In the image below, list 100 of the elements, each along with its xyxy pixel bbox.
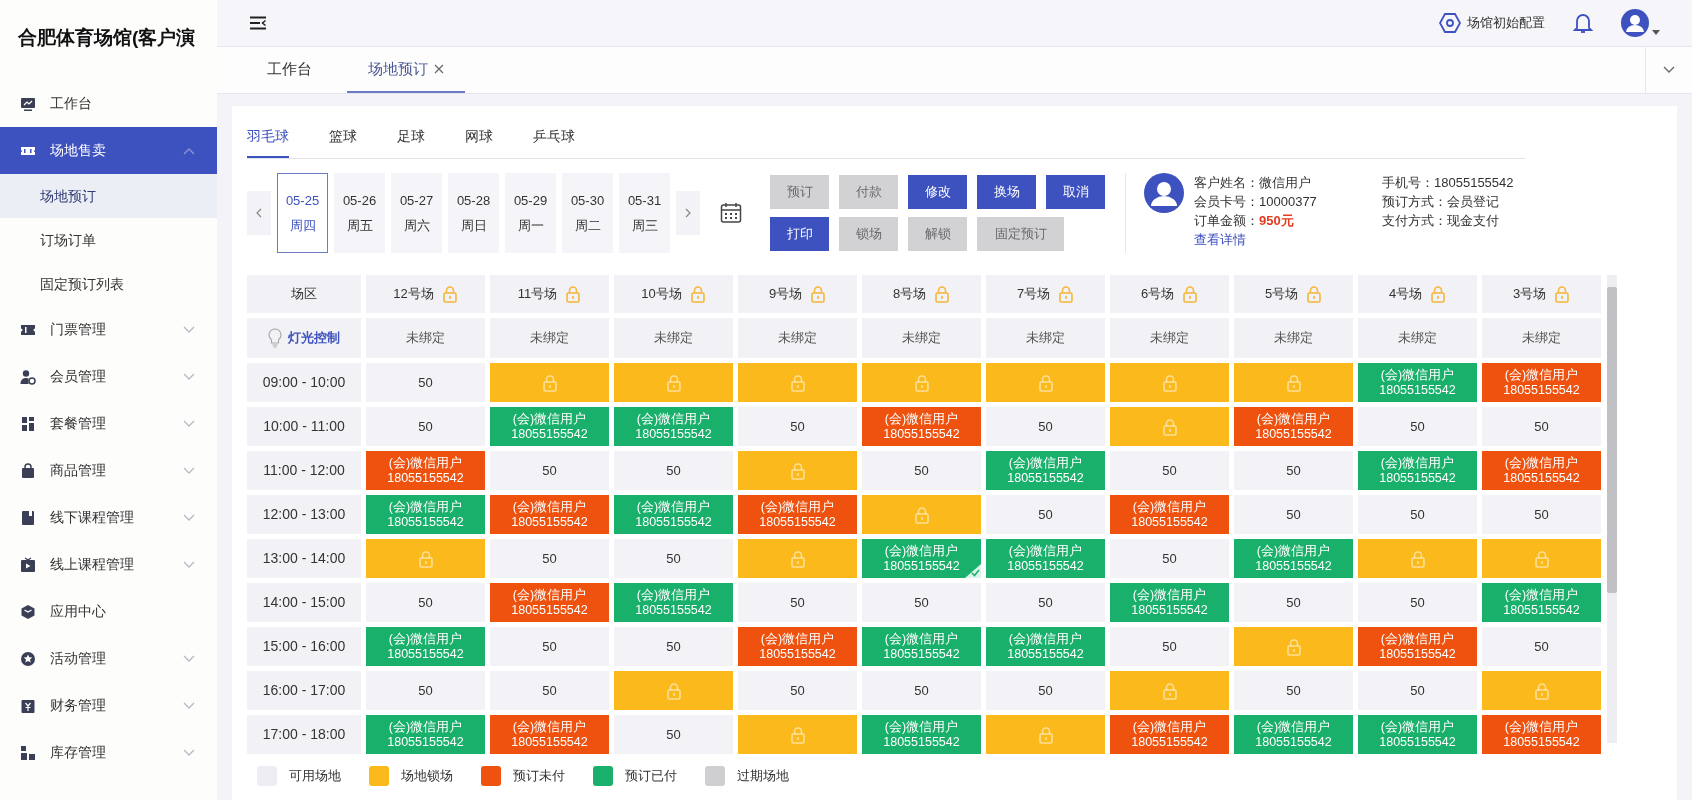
date-chip[interactable]: 05-27 周六 bbox=[391, 173, 442, 253]
booked-slot[interactable]: (会)微信用户 18055155542 bbox=[490, 715, 609, 754]
available-slot[interactable]: 50 bbox=[490, 671, 609, 710]
date-chip[interactable]: 05-29 周一 bbox=[505, 173, 556, 253]
booked-slot[interactable]: (会)微信用户 18055155542 bbox=[1234, 407, 1353, 446]
available-slot[interactable]: 50 bbox=[862, 451, 981, 490]
available-slot[interactable]: 50 bbox=[738, 583, 857, 622]
available-slot[interactable]: 50 bbox=[614, 715, 733, 754]
booked-slot[interactable]: (会)微信用户 18055155542 bbox=[1482, 451, 1601, 490]
action-button[interactable]: 取消 bbox=[1046, 175, 1105, 209]
sidebar-item[interactable]: 线上课程管理 bbox=[0, 541, 217, 588]
sidebar-item[interactable]: 活动管理 bbox=[0, 635, 217, 682]
locked-slot[interactable] bbox=[738, 451, 857, 490]
sidebar-subitem[interactable]: 场地预订 bbox=[0, 174, 217, 218]
available-slot[interactable]: 50 bbox=[1110, 539, 1229, 578]
available-slot[interactable]: 50 bbox=[614, 451, 733, 490]
available-slot[interactable]: 50 bbox=[738, 407, 857, 446]
sidebar-subitem[interactable]: 订场订单 bbox=[0, 218, 217, 262]
close-icon[interactable] bbox=[434, 64, 444, 74]
booked-slot[interactable]: (会)微信用户 18055155542 bbox=[1482, 715, 1601, 754]
calendar-icon[interactable] bbox=[720, 202, 742, 224]
available-slot[interactable]: 50 bbox=[1234, 495, 1353, 534]
tab[interactable]: 场地预订 bbox=[347, 47, 465, 93]
sidebar-item[interactable]: 工作台 bbox=[0, 80, 217, 127]
locked-slot[interactable] bbox=[1110, 407, 1229, 446]
available-slot[interactable]: 50 bbox=[1482, 407, 1601, 446]
prev-button[interactable] bbox=[247, 191, 271, 235]
sidebar-item[interactable]: 套餐管理 bbox=[0, 400, 217, 447]
sidebar-item[interactable]: 应用中心 bbox=[0, 588, 217, 635]
available-slot[interactable]: 50 bbox=[1110, 451, 1229, 490]
sidebar-item[interactable]: 门票管理 bbox=[0, 306, 217, 353]
available-slot[interactable]: 50 bbox=[986, 583, 1105, 622]
locked-slot[interactable] bbox=[1234, 363, 1353, 402]
available-slot[interactable]: 50 bbox=[1110, 627, 1229, 666]
action-button[interactable]: 换场 bbox=[977, 175, 1036, 209]
available-slot[interactable]: 50 bbox=[862, 671, 981, 710]
available-slot[interactable]: 50 bbox=[1358, 671, 1477, 710]
date-chip[interactable]: 05-28 周日 bbox=[448, 173, 499, 253]
sidebar-subitem[interactable]: 固定预订列表 bbox=[0, 262, 217, 306]
locked-slot[interactable] bbox=[614, 363, 733, 402]
available-slot[interactable]: 50 bbox=[1234, 583, 1353, 622]
sidebar-item[interactable]: 库存管理 bbox=[0, 729, 217, 776]
available-slot[interactable]: 50 bbox=[366, 671, 485, 710]
locked-slot[interactable] bbox=[1482, 671, 1601, 710]
available-slot[interactable]: 50 bbox=[1482, 495, 1601, 534]
locked-slot[interactable] bbox=[738, 363, 857, 402]
booked-slot[interactable]: (会)微信用户 18055155542 bbox=[1482, 363, 1601, 402]
scrollbar[interactable] bbox=[1607, 275, 1617, 743]
locked-slot[interactable] bbox=[986, 715, 1105, 754]
available-slot[interactable]: 50 bbox=[986, 407, 1105, 446]
available-slot[interactable]: 50 bbox=[986, 495, 1105, 534]
sport-tab[interactable]: 篮球 bbox=[329, 126, 357, 158]
sport-tab[interactable]: 足球 bbox=[397, 126, 425, 158]
caret-icon[interactable] bbox=[1652, 30, 1660, 35]
available-slot[interactable]: 50 bbox=[490, 539, 609, 578]
booked-slot[interactable]: (会)微信用户 18055155542 bbox=[738, 495, 857, 534]
date-chip[interactable]: 05-25 周四 bbox=[277, 173, 328, 253]
sidebar-item[interactable]: 场地售卖 bbox=[0, 127, 217, 174]
menu-icon[interactable] bbox=[249, 16, 267, 30]
available-slot[interactable]: 50 bbox=[490, 627, 609, 666]
sport-tab[interactable]: 羽毛球 bbox=[247, 126, 289, 158]
booked-slot[interactable]: (会)微信用户 18055155542 bbox=[1110, 715, 1229, 754]
available-slot[interactable]: 50 bbox=[1358, 583, 1477, 622]
sidebar-item[interactable]: 线下课程管理 bbox=[0, 494, 217, 541]
date-chip[interactable]: 05-26 周五 bbox=[334, 173, 385, 253]
available-slot[interactable]: 50 bbox=[862, 583, 981, 622]
available-slot[interactable]: 50 bbox=[614, 627, 733, 666]
locked-slot[interactable] bbox=[738, 715, 857, 754]
locked-slot[interactable] bbox=[738, 539, 857, 578]
details-link[interactable]: 查看详情 bbox=[1194, 230, 1246, 249]
available-slot[interactable]: 50 bbox=[366, 583, 485, 622]
booked-slot[interactable]: (会)微信用户 18055155542 bbox=[366, 451, 485, 490]
locked-slot[interactable] bbox=[1358, 539, 1477, 578]
available-slot[interactable]: 50 bbox=[366, 407, 485, 446]
booked-slot[interactable]: (会)微信用户 18055155542 bbox=[1358, 627, 1477, 666]
locked-slot[interactable] bbox=[1110, 363, 1229, 402]
action-button[interactable]: 修改 bbox=[908, 175, 967, 209]
tab[interactable]: 工作台 bbox=[231, 47, 347, 93]
available-slot[interactable]: 50 bbox=[986, 671, 1105, 710]
sidebar-item[interactable]: 会员管理 bbox=[0, 353, 217, 400]
booked-slot[interactable]: (会)微信用户 18055155542 bbox=[862, 407, 981, 446]
sport-tab[interactable]: 乒乓球 bbox=[533, 126, 575, 158]
available-slot[interactable]: 50 bbox=[614, 539, 733, 578]
available-slot[interactable]: 50 bbox=[738, 671, 857, 710]
booked-slot[interactable]: (会)微信用户 18055155542 bbox=[738, 627, 857, 666]
locked-slot[interactable] bbox=[490, 363, 609, 402]
light-control-button[interactable]: 灯光控制 bbox=[247, 318, 361, 358]
booked-slot[interactable]: (会)微信用户 18055155542 bbox=[490, 495, 609, 534]
locked-slot[interactable] bbox=[862, 363, 981, 402]
booked-slot[interactable]: (会)微信用户 18055155542 bbox=[1110, 495, 1229, 534]
avatar[interactable] bbox=[1621, 9, 1649, 37]
locked-slot[interactable] bbox=[1482, 539, 1601, 578]
sidebar-item[interactable]: 财务管理 bbox=[0, 682, 217, 729]
available-slot[interactable]: 50 bbox=[366, 363, 485, 402]
sport-tab[interactable]: 网球 bbox=[465, 126, 493, 158]
available-slot[interactable]: 50 bbox=[1234, 451, 1353, 490]
locked-slot[interactable] bbox=[1110, 671, 1229, 710]
locked-slot[interactable] bbox=[1234, 627, 1353, 666]
available-slot[interactable]: 50 bbox=[1358, 407, 1477, 446]
action-button[interactable]: 打印 bbox=[770, 217, 829, 251]
